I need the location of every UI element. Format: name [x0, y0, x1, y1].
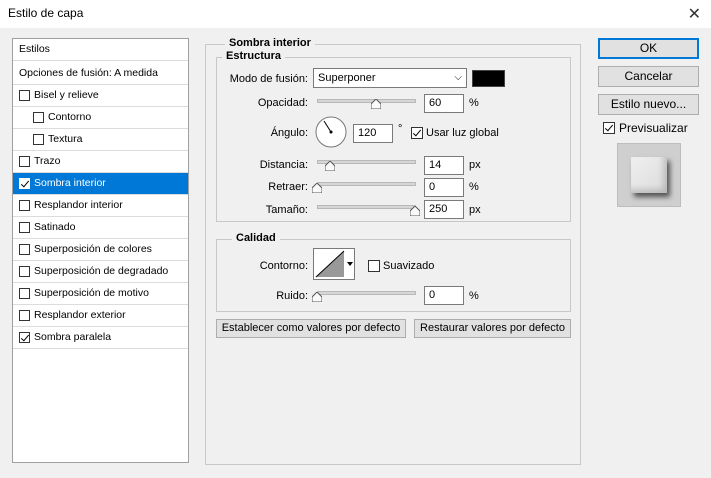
contour-preview-icon — [315, 250, 353, 278]
style-item-label: Resplandor interior — [34, 199, 123, 211]
style-item-label: Satinado — [34, 221, 76, 233]
style-item-label: Bisel y relieve — [34, 89, 99, 101]
noise-slider-thumb[interactable] — [312, 292, 322, 302]
blending-options-item[interactable]: Opciones de fusión: A medida — [13, 63, 188, 85]
style-item-superposición-de-motivo[interactable]: Superposición de motivo — [13, 283, 188, 305]
angle-label: Ángulo: — [270, 127, 308, 139]
style-preview-swatch — [631, 157, 667, 193]
title-bar: Estilo de capa ✕ — [0, 0, 711, 28]
style-item-contorno[interactable]: Contorno — [13, 107, 188, 129]
opacity-input[interactable]: 60 — [424, 94, 464, 113]
ok-button[interactable]: OK — [598, 38, 699, 59]
blend-mode-label: Modo de fusión: — [229, 73, 308, 85]
style-item-label: Sombra paralela — [34, 331, 112, 343]
cancel-button[interactable]: Cancelar — [598, 66, 699, 87]
style-item-resplandor-interior[interactable]: Resplandor interior — [13, 195, 188, 217]
angle-dial[interactable] — [315, 116, 347, 148]
structure-title: Estructura — [222, 50, 286, 62]
style-item-label: Sombra interior — [34, 177, 106, 189]
distance-unit: px — [469, 159, 481, 171]
blend-mode-select[interactable]: Superponer ⌵ — [313, 68, 467, 88]
style-item-checkbox[interactable] — [19, 266, 30, 277]
distance-label: Distancia: — [259, 159, 308, 171]
panel-title: Sombra interior — [225, 37, 315, 49]
style-item-checkbox[interactable] — [19, 200, 30, 211]
angle-input[interactable]: 120 — [353, 124, 393, 143]
size-slider-track[interactable] — [317, 205, 416, 209]
style-item-sombra-paralela[interactable]: Sombra paralela — [13, 327, 188, 349]
style-item-label: Superposición de colores — [34, 243, 152, 255]
style-item-checkbox[interactable] — [33, 112, 44, 123]
style-item-label: Trazo — [34, 155, 61, 167]
opacity-slider-thumb[interactable] — [371, 99, 382, 109]
style-item-checkbox[interactable] — [19, 244, 30, 255]
style-item-checkbox[interactable] — [19, 222, 30, 233]
choke-slider-thumb[interactable] — [312, 183, 322, 193]
chevron-down-icon: ⌵ — [454, 72, 462, 83]
size-label: Tamaño: — [265, 204, 308, 216]
style-item-satinado[interactable]: Satinado — [13, 217, 188, 239]
quality-title: Calidad — [232, 232, 280, 244]
noise-slider-track[interactable] — [317, 291, 416, 295]
style-item-superposición-de-colores[interactable]: Superposición de colores — [13, 239, 188, 261]
styles-header[interactable]: Estilos — [13, 39, 188, 61]
opacity-unit: % — [469, 97, 479, 109]
style-item-label: Superposición de motivo — [34, 287, 149, 299]
choke-slider-track[interactable] — [317, 182, 416, 186]
size-unit: px — [469, 204, 481, 216]
choke-label: Retraer: — [268, 181, 308, 193]
style-item-label: Contorno — [48, 111, 92, 123]
choke-unit: % — [469, 181, 479, 193]
preview-checkbox[interactable] — [603, 122, 615, 134]
styles-header-label: Estilos — [19, 43, 50, 55]
antialias-checkbox[interactable] — [368, 260, 380, 272]
global-light-label: Usar luz global — [426, 127, 499, 139]
style-item-checkbox[interactable] — [19, 90, 30, 101]
blend-mode-value: Superponer — [318, 72, 376, 84]
reset-default-button[interactable]: Restaurar valores por defecto — [414, 319, 571, 338]
style-item-checkbox[interactable] — [19, 156, 30, 167]
make-default-button[interactable]: Establecer como valores por defecto — [216, 319, 406, 338]
style-item-textura[interactable]: Textura — [13, 129, 188, 151]
opacity-slider-track[interactable] — [317, 99, 416, 103]
style-item-resplandor-exterior[interactable]: Resplandor exterior — [13, 305, 188, 327]
noise-unit: % — [469, 290, 479, 302]
opacity-label: Opacidad: — [257, 97, 308, 109]
style-item-label: Resplandor exterior — [34, 309, 126, 321]
antialias-label: Suavizado — [383, 260, 435, 272]
styles-list: Estilos Opciones de fusión: A medida Bis… — [12, 38, 189, 463]
style-item-label: Superposición de degradado — [34, 265, 169, 277]
window-title: Estilo de capa — [8, 6, 84, 20]
global-light-checkbox[interactable] — [411, 127, 423, 139]
choke-input[interactable]: 0 — [424, 178, 464, 197]
distance-slider-thumb[interactable] — [325, 161, 335, 171]
style-item-superposición-de-degradado[interactable]: Superposición de degradado — [13, 261, 188, 283]
noise-input[interactable]: 0 — [424, 286, 464, 305]
style-item-sombra-interior[interactable]: Sombra interior — [13, 173, 188, 195]
new-style-button[interactable]: Estilo nuevo... — [598, 94, 699, 115]
style-item-trazo[interactable]: Trazo — [13, 151, 188, 173]
size-slider-thumb[interactable] — [410, 206, 420, 216]
style-item-bisel-y-relieve[interactable]: Bisel y relieve — [13, 85, 188, 107]
contour-label: Contorno: — [259, 260, 308, 272]
style-item-checkbox[interactable] — [19, 178, 30, 189]
style-item-checkbox[interactable] — [33, 134, 44, 145]
shadow-color-swatch[interactable] — [472, 70, 505, 87]
contour-picker[interactable] — [313, 248, 355, 280]
size-input[interactable]: 250 — [424, 200, 464, 219]
blending-options-label: Opciones de fusión: A medida — [19, 67, 158, 79]
distance-input[interactable]: 14 — [424, 156, 464, 175]
style-item-checkbox[interactable] — [19, 310, 30, 321]
style-item-checkbox[interactable] — [19, 332, 30, 343]
preview-label: Previsualizar — [619, 121, 688, 135]
style-item-checkbox[interactable] — [19, 288, 30, 299]
degree-unit: ° — [398, 123, 403, 135]
noise-label: Ruido: — [276, 290, 308, 302]
close-icon[interactable]: ✕ — [688, 4, 701, 24]
style-item-label: Textura — [48, 133, 83, 145]
style-preview — [617, 143, 681, 207]
